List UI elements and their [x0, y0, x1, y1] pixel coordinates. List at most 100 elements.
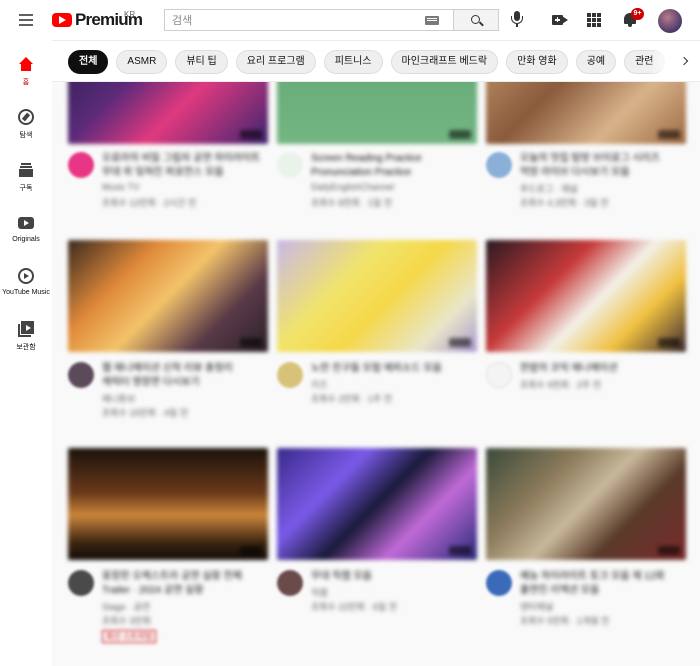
video-stats: 조회수 12만회 · 2시간 전 [102, 198, 197, 208]
channel-avatar[interactable] [277, 570, 303, 596]
search-input[interactable]: 검색 [164, 9, 453, 31]
channel-name[interactable]: 직캠 [311, 586, 328, 599]
chevron-right-icon[interactable] [678, 54, 692, 68]
create-video-icon[interactable] [552, 13, 568, 27]
video-title[interactable]: Screen Reading Practice [311, 152, 471, 165]
video-thumbnail[interactable] [486, 82, 686, 144]
video-stats: 조회수 22만회 · 6일 전 [311, 602, 397, 612]
channel-avatar[interactable] [277, 152, 303, 178]
video-thumbnail[interactable] [486, 448, 686, 560]
video-title[interactable]: 오로라의 비밀 그림자 공연 하이라이트 영상 [102, 152, 262, 165]
video-title-line2[interactable]: 먹방 라이브 다시보기 모음 [520, 166, 680, 179]
channel-avatar[interactable] [68, 152, 94, 178]
video-title-line2[interactable]: Trailer · 2024 공연 실황 [102, 584, 262, 597]
microphone-icon[interactable] [509, 11, 525, 29]
chip-cooking-shows[interactable]: 요리 프로그램 [235, 50, 316, 74]
video-title[interactable]: 예능 하이라이트 토크 모음 제 12화 [520, 570, 680, 583]
video-title[interactable]: 노란 친구들 모험 에피소드 모음 [311, 362, 471, 375]
apps-grid-icon[interactable] [587, 13, 601, 27]
home-icon [18, 56, 34, 72]
video-title-line2[interactable]: 무대 위 잊혀진 퍼포먼스 모음 [102, 166, 262, 179]
sidebar-item-library[interactable]: 보관함 [0, 313, 52, 363]
video-stats: 조회수 3만회 [102, 616, 151, 626]
video-stats: 조회수 8천회 · 1일 전 [311, 198, 392, 208]
explore-icon [18, 109, 34, 125]
video-card[interactable]: 한밤의 코믹 애니메이션 조회수 9천회 · 2주 전 [486, 240, 686, 440]
video-title[interactable]: 무대 직캠 모음 [311, 570, 471, 583]
chip-list: 전체 ASMR 뷰티 팁 요리 프로그램 피트니스 마인크래프트 베드락 만화 … [68, 50, 665, 74]
video-card[interactable]: 오늘의 맛집 탐방 브이로그 시리즈 먹방 라이브 다시보기 모음 푸드로그 ·… [486, 82, 686, 222]
video-thumbnail[interactable] [486, 240, 686, 352]
channel-name[interactable]: 푸드로그 · 채널 [520, 182, 578, 195]
video-card[interactable]: 웅장한 오케스트라 공연 실황 전체 Trailer · 2024 공연 실황 … [68, 448, 268, 666]
video-title[interactable]: 웹 애니메이션 신작 리뷰 총정리 [102, 362, 262, 375]
channel-avatar[interactable] [68, 570, 94, 596]
video-title-line2[interactable]: 출연진 리액션 모음 [520, 584, 680, 597]
chip-crafts[interactable]: 공예 [575, 50, 617, 74]
video-title-line2[interactable]: Pronunciation Practice [311, 166, 471, 179]
sidebar-item-explore[interactable]: 탐색 [0, 101, 52, 151]
channel-avatar[interactable] [68, 362, 94, 388]
duration-badge [240, 130, 262, 139]
keyboard-icon[interactable] [425, 16, 439, 25]
channel-name[interactable]: 키즈 [311, 378, 328, 391]
video-thumbnail[interactable] [277, 82, 477, 144]
video-title[interactable]: 웅장한 오케스트라 공연 실황 전체 [102, 570, 262, 583]
video-stats: 조회수 9천회 · 2주 전 [520, 380, 601, 390]
video-title-line2[interactable]: 캐릭터 명장면 다시보기 [102, 376, 262, 389]
channel-name[interactable]: 애니튜브 [102, 392, 135, 405]
channel-avatar[interactable] [486, 362, 512, 388]
menu-icon[interactable] [16, 12, 36, 28]
account-avatar[interactable] [658, 9, 682, 33]
channel-name[interactable]: Music TV [102, 182, 139, 192]
subscriptions-icon [18, 162, 34, 178]
mini-sidebar: 홈 탐색 구독 Originals YouTube Music 보관함 [0, 40, 52, 666]
sidebar-item-home[interactable]: 홈 [0, 48, 52, 98]
channel-avatar[interactable] [486, 570, 512, 596]
channel-avatar[interactable] [486, 152, 512, 178]
chip-all[interactable]: 전체 [68, 50, 109, 74]
sidebar-item-label: YouTube Music [2, 289, 50, 296]
chip-fitness[interactable]: 피트니스 [323, 50, 383, 74]
filter-chip-bar: 전체 ASMR 뷰티 팁 요리 프로그램 피트니스 마인크래프트 베드락 만화 … [52, 40, 700, 82]
video-card[interactable]: 웹 애니메이션 신작 리뷰 총정리 캐릭터 명장면 다시보기 애니튜브 조회수 … [68, 240, 268, 440]
sidebar-item-originals[interactable]: Originals [0, 207, 52, 257]
channel-name[interactable]: Stage · 공연 [102, 600, 150, 613]
chip-animated-films[interactable]: 만화 영화 [506, 50, 568, 74]
video-thumbnail[interactable] [277, 240, 477, 352]
duration-badge [240, 338, 262, 347]
video-card[interactable]: Screen Reading Practice Pronunciation Pr… [277, 82, 477, 222]
duration-badge [658, 338, 680, 347]
video-thumbnail[interactable] [68, 448, 268, 560]
originals-icon [18, 215, 34, 231]
sidebar-item-label: 보관함 [16, 344, 36, 351]
channel-avatar[interactable] [277, 362, 303, 388]
chip-asmr[interactable]: ASMR [116, 50, 168, 74]
video-thumbnail[interactable] [277, 448, 477, 560]
video-card[interactable]: 예능 하이라이트 토크 모음 제 12화 출연진 리액션 모음 엔터채널 조회수… [486, 448, 686, 666]
duration-badge [658, 546, 680, 555]
search-button[interactable] [453, 9, 499, 31]
video-card[interactable]: 노란 친구들 모험 에피소드 모음 키즈 조회수 2만회 · 1주 전 [277, 240, 477, 440]
video-title[interactable]: 한밤의 코믹 애니메이션 [520, 362, 680, 375]
video-title[interactable]: 오늘의 맛집 탐방 브이로그 시리즈 [520, 152, 680, 165]
chip-minecraft-bedrock[interactable]: 마인크래프트 베드락 [390, 50, 499, 74]
video-grid: 오로라의 비밀 그림자 공연 하이라이트 영상 무대 위 잊혀진 퍼포먼스 모음… [52, 82, 700, 666]
channel-name[interactable]: 엔터채널 [520, 600, 553, 613]
video-thumbnail[interactable] [68, 240, 268, 352]
video-thumbnail[interactable] [68, 82, 268, 144]
duration-badge [449, 546, 471, 555]
sidebar-item-subscriptions[interactable]: 구독 [0, 154, 52, 204]
sidebar-item-label: 탐색 [19, 132, 33, 139]
video-card[interactable]: 무대 직캠 모음 직캠 조회수 22만회 · 6일 전 [277, 448, 477, 666]
video-card[interactable]: 오로라의 비밀 그림자 공연 하이라이트 영상 무대 위 잊혀진 퍼포먼스 모음… [68, 82, 268, 222]
duration-badge [240, 546, 262, 555]
sidebar-item-label: Originals [12, 236, 40, 243]
duration-badge [449, 338, 471, 347]
notification-badge: 9+ [631, 8, 644, 20]
duration-badge [449, 130, 471, 139]
search-bar: 검색 [164, 9, 499, 31]
sidebar-item-youtube-music[interactable]: YouTube Music [0, 260, 52, 310]
channel-name[interactable]: DailyEnglishChannel [311, 182, 394, 192]
chip-beauty-tips[interactable]: 뷰티 팁 [175, 50, 228, 74]
